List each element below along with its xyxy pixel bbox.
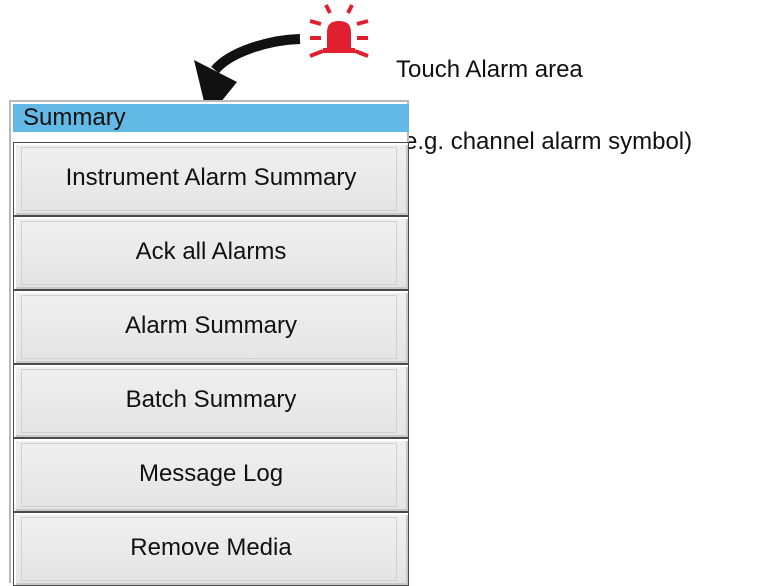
menu-title: Summary — [13, 104, 409, 132]
alarm-summary-button[interactable]: Alarm Summary — [13, 290, 409, 364]
batch-summary-button[interactable]: Batch Summary — [13, 364, 409, 438]
button-label: Batch Summary — [125, 386, 297, 413]
annotation-caption-line-2: (e.g. channel alarm symbol) — [396, 128, 693, 155]
pointer-arrow-icon — [211, 34, 301, 74]
summary-menu: Summary Instrument Alarm Summary Ack all… — [9, 100, 409, 586]
remove-media-button[interactable]: Remove Media — [13, 512, 409, 586]
button-label: Alarm Summary — [124, 312, 298, 339]
message-log-button[interactable]: Message Log — [13, 438, 409, 512]
ack-all-alarms-button[interactable]: Ack all Alarms — [13, 216, 409, 290]
button-label: Instrument Alarm Summary — [65, 164, 357, 191]
annotation-caption: Touch Alarm area (e.g. channel alarm sym… — [396, 10, 692, 178]
alarm-symbol-icon — [309, 4, 369, 58]
instrument-alarm-summary-button[interactable]: Instrument Alarm Summary — [13, 142, 409, 216]
button-label: Message Log — [138, 460, 284, 487]
button-label: Remove Media — [130, 534, 292, 561]
annotation-caption-line-1: Touch Alarm area — [396, 56, 583, 83]
button-label: Ack all Alarms — [135, 238, 287, 265]
